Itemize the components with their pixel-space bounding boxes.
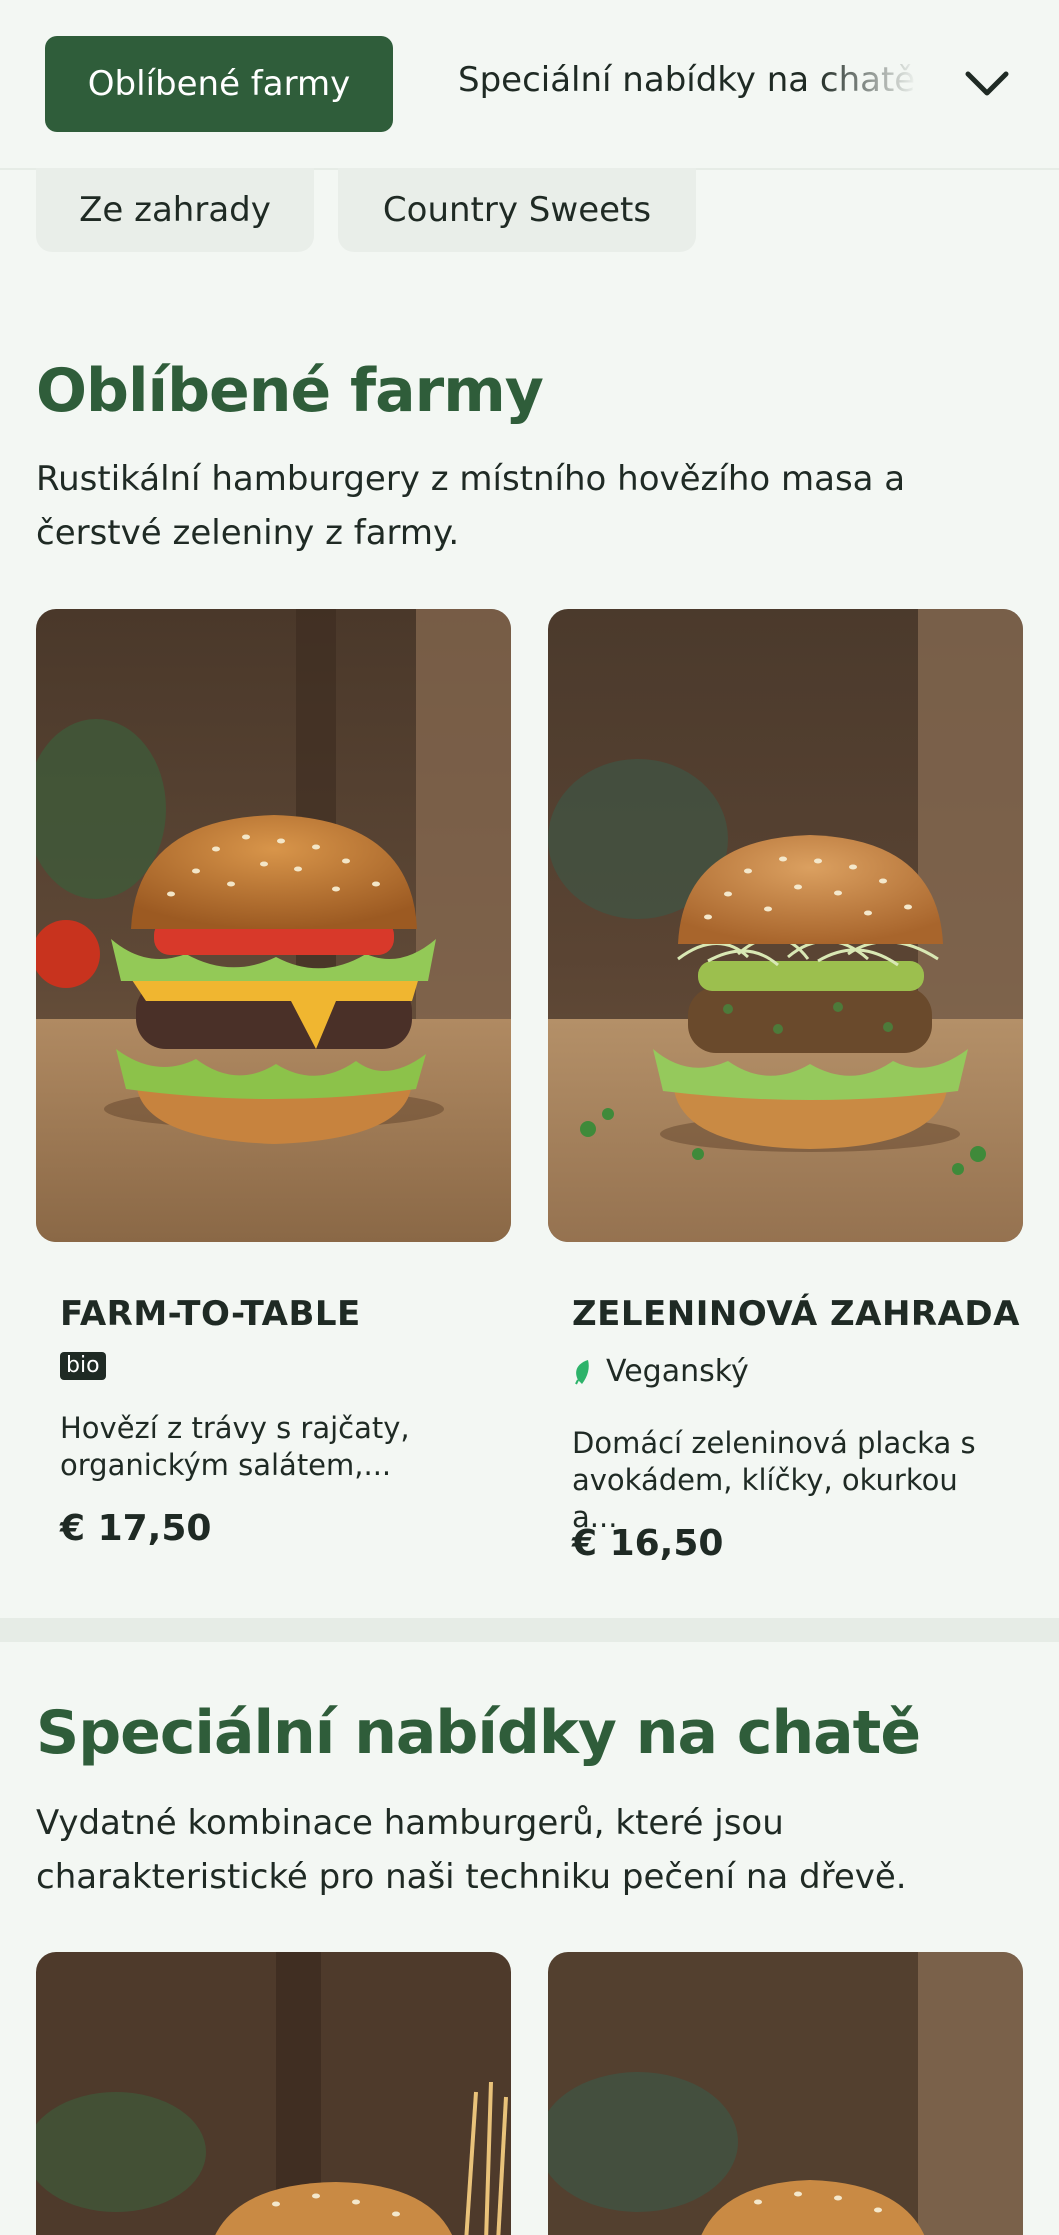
section-description: Vydatné kombinace hamburgerů, které jsou… <box>36 1803 907 1897</box>
item-description: Domácí zeleninová placka s avokádem, klí… <box>572 1426 976 1534</box>
leaf-icon <box>575 1359 589 1384</box>
vegan-tag: Veganský <box>572 1354 749 1389</box>
burger-image-farm-to-table[interactable] <box>36 609 511 1242</box>
burger-image[interactable] <box>548 1952 1023 2235</box>
burger-image[interactable] <box>36 1952 511 2235</box>
item-name[interactable]: FARM-TO-TABLE <box>60 1294 361 1334</box>
bio-badge: bio <box>60 1352 106 1380</box>
tab-specialni-nabidky[interactable]: Speciální nabídky na chatě <box>458 60 918 100</box>
item-price: € 17,50 <box>60 1508 212 1549</box>
item-price: € 16,50 <box>572 1523 724 1564</box>
chip-ze-zahrady[interactable]: Ze zahrady <box>36 168 314 252</box>
burger-image-zeleninova-zahrada[interactable] <box>548 609 1023 1242</box>
chevron-down-icon[interactable] <box>962 62 1012 106</box>
section-divider <box>0 1618 1059 1642</box>
item-description: Hovězí z trávy s rajčaty, organickým sal… <box>60 1411 410 1482</box>
chip-country-sweets[interactable]: Country Sweets <box>338 168 696 252</box>
section-title: Speciální nabídky na chatě <box>36 1698 921 1768</box>
item-name[interactable]: ZELENINOVÁ ZAHRADA <box>572 1294 1020 1334</box>
tab-oblibene-farmy[interactable]: Oblíbené farmy <box>45 36 393 132</box>
category-nav: Oblíbené farmy Speciální nabídky na chat… <box>0 0 1059 170</box>
vegan-label: Veganský <box>606 1354 749 1389</box>
section-title: Oblíbené farmy <box>36 356 544 426</box>
section-description: Rustikální hamburgery z místního hovězíh… <box>36 459 906 553</box>
